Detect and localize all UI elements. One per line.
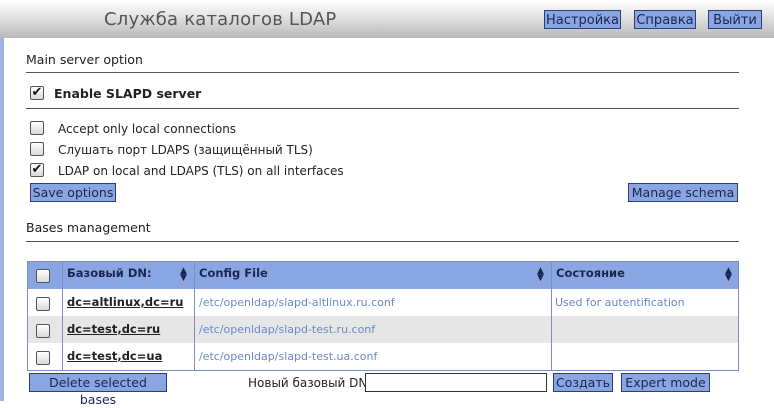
column-header-state[interactable]: Состояние ▲ ▼ — [551, 262, 738, 289]
table-header: Базовый DN: ▲ ▼ Config File ▲ ▼ Состояние … — [28, 262, 738, 290]
ldap-all-interfaces-label: LDAP on local and LDAPS (TLS) on all int… — [58, 164, 344, 178]
ldap-all-interfaces-checkbox[interactable]: ✔ — [30, 163, 44, 177]
bases-section-title: Bases management — [26, 220, 151, 235]
new-dn-input[interactable] — [365, 373, 547, 392]
base-dn-link[interactable]: dc=test,dc=ru — [67, 322, 160, 336]
enable-slapd-label: Enable SLAPD server — [54, 86, 202, 101]
new-dn-label: Новый базовый DN: — [248, 376, 372, 390]
logout-button[interactable]: Выйти — [708, 10, 762, 29]
sort-icon: ▲ ▼ — [537, 266, 544, 283]
delete-bases-button[interactable]: Delete selected bases — [29, 373, 167, 407]
base-state: Used for autentification — [555, 296, 685, 309]
column-header-dn-label: Базовый DN: — [67, 266, 152, 280]
base-dn-link[interactable]: dc=altlinux,dc=ru — [67, 295, 183, 309]
left-accent-bar — [0, 38, 4, 401]
ldaps-port-checkbox[interactable] — [30, 142, 44, 156]
config-file: /etc/openldap/slapd-altlinux.ru.conf — [199, 296, 395, 309]
app-title: Служба каталогов LDAP — [104, 9, 337, 30]
save-options-button[interactable]: Save options — [30, 183, 116, 202]
table-row: dc=test,dc=ua /etc/openldap/slapd-test.u… — [28, 343, 738, 370]
expert-mode-button[interactable]: Expert mode — [621, 373, 710, 392]
column-divider — [62, 262, 63, 370]
row-checkbox[interactable] — [36, 297, 50, 311]
column-header-dn[interactable]: Базовый DN: ▲ ▼ — [62, 262, 194, 289]
column-divider — [194, 262, 195, 370]
help-button[interactable]: Справка — [634, 10, 696, 29]
divider — [26, 108, 739, 109]
column-header-config[interactable]: Config File ▲ ▼ — [194, 262, 551, 289]
column-header-state-label: Состояние — [556, 266, 625, 280]
create-base-button[interactable]: Создать — [553, 373, 613, 392]
main-server-section-title: Main server option — [26, 52, 143, 67]
settings-button[interactable]: Настройка — [544, 10, 621, 29]
top-bar: Служба каталогов LDAP Настройка Справка … — [0, 0, 774, 38]
config-file: /etc/openldap/slapd-test.ru.conf — [199, 323, 376, 336]
column-divider — [551, 262, 552, 370]
ldaps-port-label: Слушать порт LDAPS (защищённый TLS) — [58, 143, 313, 157]
divider — [26, 241, 739, 242]
enable-slapd-checkbox[interactable]: ✔ — [30, 86, 44, 100]
table-row: dc=test,dc=ru /etc/openldap/slapd-test.r… — [28, 316, 738, 343]
manage-schema-button[interactable]: Manage schema — [628, 183, 738, 202]
base-dn-link[interactable]: dc=test,dc=ua — [67, 349, 162, 363]
bases-table: Базовый DN: ▲ ▼ Config File ▲ ▼ Состояние … — [27, 261, 739, 371]
row-checkbox[interactable] — [36, 324, 50, 338]
sort-icon: ▲ ▼ — [725, 266, 732, 283]
row-checkbox[interactable] — [36, 351, 50, 365]
local-only-label: Accept only local connections — [58, 122, 237, 136]
select-all-checkbox[interactable] — [36, 269, 50, 283]
table-row: dc=altlinux,dc=ru /etc/openldap/slapd-al… — [28, 289, 738, 316]
sort-icon: ▲ ▼ — [180, 266, 187, 283]
config-file: /etc/openldap/slapd-test.ua.conf — [199, 350, 378, 363]
local-only-checkbox[interactable] — [30, 121, 44, 135]
column-header-config-label: Config File — [199, 266, 268, 280]
divider — [26, 72, 739, 73]
